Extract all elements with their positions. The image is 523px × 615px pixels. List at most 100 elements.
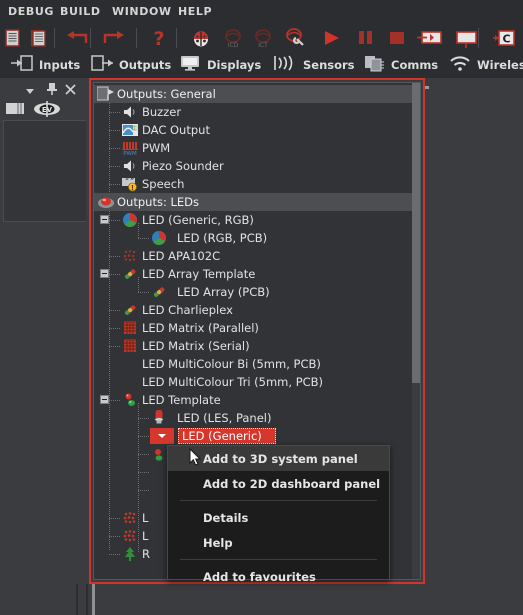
tree-row-led-template[interactable]: LED Template	[100, 391, 420, 409]
tab-displays-label: Displays	[207, 58, 262, 72]
tree-row-label: LED Array (PCB)	[177, 285, 270, 299]
chip-wrench-icon[interactable]	[284, 27, 306, 49]
tree-row-led-matrix-parallel[interactable]: LED Matrix (Parallel)	[109, 319, 420, 337]
tree-row-pwm[interactable]: PWM PWM	[109, 139, 420, 157]
tree-expander-collapse[interactable]	[100, 269, 109, 278]
context-menu-item-add-favourites[interactable]: Add to favourites	[168, 564, 389, 589]
speech-bubble-icon: “”!	[122, 176, 138, 192]
tree-scrollbar-thumb[interactable]	[412, 83, 420, 383]
tree-connector	[109, 103, 110, 195]
led-dotmatrix-icon	[122, 248, 138, 264]
stop-icon[interactable]	[386, 27, 408, 49]
tree-expander-collapse[interactable]	[100, 395, 109, 404]
tree-group-outputs-leds[interactable]: Outputs: LEDs	[94, 193, 412, 211]
dock-content-area	[3, 120, 86, 222]
step-over-icon[interactable]	[453, 27, 477, 49]
tab-sensors[interactable]: Sensors	[272, 52, 355, 78]
tree-row-led-generic-rgb[interactable]: LED (Generic, RGB)	[100, 211, 420, 229]
new-document-icon[interactable]	[2, 27, 24, 49]
tree-connector	[109, 518, 120, 519]
svg-text:C: C	[502, 33, 510, 46]
led-array-icon	[151, 284, 167, 300]
menu-item-window[interactable]: WINDOW	[112, 5, 172, 18]
output-arrow-icon	[90, 53, 114, 77]
tree-row-buzzer[interactable]: Buzzer	[109, 103, 420, 121]
menu-item-help[interactable]: HELP	[178, 5, 212, 18]
tree-connector	[109, 130, 120, 131]
tree-row-led-matrix-serial[interactable]: LED Matrix (Serial)	[109, 337, 420, 355]
tree-connector	[109, 148, 120, 149]
menu-item-build[interactable]: BUILD	[60, 5, 101, 18]
tab-comms[interactable]: Comms	[362, 52, 438, 78]
tree-row-label: L	[142, 529, 149, 543]
debug-ladybug-icon[interactable]	[190, 27, 212, 49]
run-play-icon[interactable]	[320, 27, 342, 49]
svg-text:ICT: ICT	[258, 42, 268, 49]
tab-displays[interactable]: Displays	[178, 52, 261, 78]
pause-icon[interactable]	[355, 27, 377, 49]
tree-row-dac-output[interactable]: DAC Output	[109, 121, 420, 139]
tree-row-speech[interactable]: “”! Speech	[109, 175, 420, 193]
copy-document-icon[interactable]	[28, 27, 50, 49]
context-menu-item-help[interactable]: Help	[168, 530, 389, 555]
tab-inputs[interactable]: Inputs	[10, 52, 80, 78]
tree-row-led-rgb-pcb[interactable]: LED (RGB, PCB)	[138, 229, 420, 247]
right-pane	[429, 86, 523, 586]
flag-thumbnail-icon[interactable]	[4, 100, 28, 122]
help-question-icon[interactable]: ?	[148, 27, 170, 50]
tree-row-led-array-template[interactable]: LED Array Template	[100, 265, 420, 283]
menu-bar: DEBUG BUILD WINDOW HELP	[0, 0, 523, 24]
dock-close-icon[interactable]	[64, 81, 77, 100]
tree-expander-collapse[interactable]	[100, 215, 109, 224]
menu-item-debug[interactable]: DEBUG	[8, 5, 54, 18]
tab-comms-label: Comms	[391, 58, 439, 72]
selected-item-dropdown-toggle[interactable]	[150, 428, 174, 444]
red-led-dome-icon	[151, 447, 167, 463]
wifi-icon	[448, 53, 472, 77]
tree-connector	[138, 436, 149, 437]
tree-row-led-generic-selected[interactable]: LED (Generic)	[178, 428, 276, 444]
redo-arrow-icon[interactable]	[101, 27, 124, 49]
tree-connector	[109, 211, 110, 551]
tree-row-label: LED (Generic)	[182, 429, 262, 443]
toolbar-separator	[54, 28, 55, 48]
application-window: DEBUG BUILD WINDOW HELP ? ICD ICT C Inpu…	[0, 0, 523, 615]
tree-connector	[109, 256, 120, 257]
tree-row-led-array-pcb[interactable]: LED Array (PCB)	[138, 283, 420, 301]
tree-connector	[109, 536, 120, 537]
dock-pin-icon[interactable]	[46, 81, 58, 100]
tree-row-led-multicolour-tri[interactable]: LED MultiColour Tri (5mm, PCB)	[142, 373, 420, 391]
undo-arrow-icon[interactable]	[64, 27, 88, 49]
led-array-icon	[122, 266, 138, 282]
tree-row-label: LED (LES, Panel)	[177, 411, 272, 425]
compile-c-icon[interactable]: C	[492, 27, 515, 49]
dock-menu-chevron-icon[interactable]	[24, 82, 36, 101]
tree-connector	[138, 223, 139, 239]
tree-row-label: LED MultiColour Bi (5mm, PCB)	[142, 357, 321, 371]
context-menu-item-label: Details	[203, 510, 249, 525]
icd-chip-icon[interactable]: ICD	[222, 27, 244, 49]
context-menu-item-details[interactable]: Details	[168, 505, 389, 530]
step-into-icon[interactable]	[415, 27, 442, 49]
tree-row-led-apa102c[interactable]: LED APA102C	[109, 247, 420, 265]
ev-badge-icon[interactable]: EV	[30, 100, 64, 122]
tree-row-led-les-panel[interactable]: LED (LES, Panel)	[138, 409, 420, 427]
tree-row-piezo-sounder[interactable]: Piezo Sounder	[109, 157, 420, 175]
tree-row-led-charlieplex[interactable]: LED Charlieplex	[109, 301, 420, 319]
tree-scrollbar[interactable]	[412, 83, 420, 579]
red-led-dome-icon	[97, 194, 114, 210]
tree-connector	[138, 418, 149, 419]
ict-chip-icon[interactable]: ICT	[252, 27, 274, 49]
tree-connector	[138, 277, 139, 293]
tab-outputs[interactable]: Outputs	[90, 52, 171, 78]
tab-wireless[interactable]: Wireless	[448, 52, 523, 78]
tree-row-led-multicolour-bi[interactable]: LED MultiColour Bi (5mm, PCB)	[142, 355, 420, 373]
context-menu-item-add-2d-panel[interactable]: Add to 2D dashboard panel	[168, 471, 389, 496]
tree-row-label: Buzzer	[142, 105, 182, 119]
tree-row-label: LED (RGB, PCB)	[177, 231, 268, 245]
tree-group-outputs-general[interactable]: Outputs: General	[94, 85, 412, 103]
tree-row-label: Outputs: General	[117, 87, 216, 101]
led-array-icon	[122, 302, 138, 318]
tree-row-label: LED MultiColour Tri (5mm, PCB)	[142, 375, 324, 389]
context-menu-item-label: Add to 3D system panel	[203, 451, 358, 466]
